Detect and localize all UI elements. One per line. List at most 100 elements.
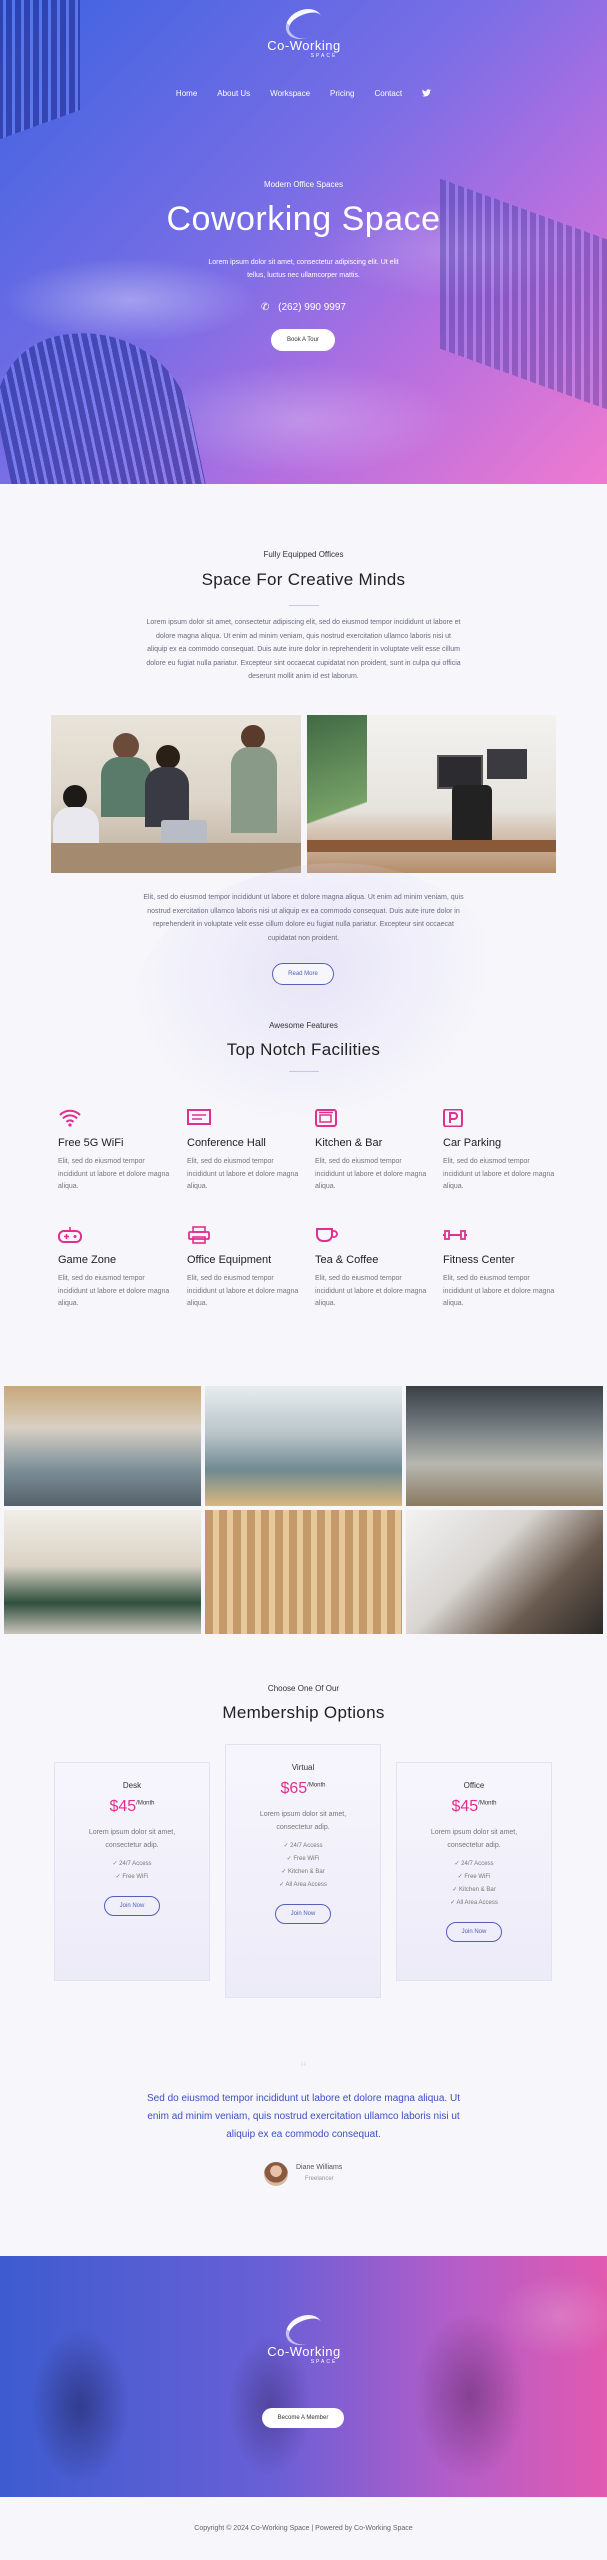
facility-fitness: Fitness Center Elit, sed do eiusmod temp… (443, 1226, 563, 1311)
facility-coffee: Tea & Coffee Elit, sed do eiusmod tempor… (315, 1226, 435, 1311)
parking-icon (443, 1108, 563, 1128)
pricing-title: Membership Options (222, 1703, 385, 1722)
gallery-photo-desks[interactable] (406, 1386, 603, 1506)
cta-logo[interactable]: Co-Working SPACE (258, 2309, 350, 2365)
about-text-2: Elit, sed do eiusmod tempor incididunt u… (143, 894, 464, 942)
plan-price: $45/Month (451, 1798, 497, 1815)
wifi-icon (58, 1109, 178, 1127)
plan-name: Virtual (291, 1763, 315, 1772)
office-desk-photo (307, 715, 556, 873)
site-logo[interactable]: Co-Working SPACE (258, 3, 350, 59)
copyright-text: Copyright © 2024 Co-Working Space | Powe… (194, 2525, 413, 2532)
facility-kitchen: Kitchen & Bar Elit, sed do eiusmod tempo… (315, 1109, 435, 1194)
facility-title: Kitchen & Bar (315, 1137, 383, 1149)
gallery-photo-open-office[interactable] (4, 1386, 201, 1506)
facility-text: Elit, sed do eiusmod tempor incididunt u… (58, 1158, 170, 1190)
facility-equipment: Office Equipment Elit, sed do eiusmod te… (187, 1226, 307, 1311)
gamepad-icon (58, 1226, 178, 1244)
team-meeting-photo (51, 715, 301, 873)
cta-banner: Co-Working SPACE Become A Member (0, 2256, 607, 2497)
hero-text: Lorem ipsum dolor sit amet, consectetur … (208, 259, 399, 279)
printer-icon (187, 1226, 307, 1244)
main-nav: Home About Us Workspace Pricing Contact (0, 89, 607, 99)
testimonial-role: Freelancer (305, 2176, 334, 2182)
facility-text: Elit, sed do eiusmod tempor incididunt u… (187, 1158, 299, 1190)
facility-parking: Car Parking Elit, sed do eiusmod tempor … (443, 1108, 563, 1194)
gallery-photo-cafe[interactable] (406, 1510, 603, 1634)
quote-icon: “ (300, 2060, 307, 2077)
microwave-icon (315, 1109, 435, 1127)
about-title: Space For Creative Minds (201, 570, 406, 589)
plan-card-desk: Desk $45/Month Lorem ipsum dolor sit ame… (54, 1762, 210, 1981)
plan-price: $45/Month (109, 1798, 155, 1815)
facilities-eyebrow: Awesome Features (269, 1021, 338, 1030)
join-now-button[interactable]: Join Now (104, 1896, 160, 1916)
hero-eyebrow: Modern Office Spaces (263, 180, 343, 189)
about-eyebrow: Fully Equipped Offices (263, 550, 344, 559)
hero-title: Coworking Space (166, 200, 441, 238)
decorative-swoosh (110, 834, 520, 1156)
plan-card-office: Office $45/Month Lorem ipsum dolor sit a… (396, 1762, 552, 1981)
gallery-photo-break-area[interactable] (4, 1510, 201, 1634)
testimonial-name: Diane Williams (296, 2164, 343, 2171)
hero-section: Co-Working SPACE Home About Us Workspace… (0, 0, 607, 484)
join-now-button[interactable]: Join Now (446, 1922, 502, 1942)
become-member-button[interactable]: Become A Member (262, 2408, 344, 2428)
facility-title: Game Zone (58, 1254, 117, 1266)
facility-title: Car Parking (443, 1137, 502, 1149)
hero-phone-number: (262) 990 9997 (278, 302, 346, 313)
footer: Copyright © 2024 Co-Working Space | Powe… (0, 2497, 607, 2560)
plan-text: Lorem ipsum dolor sit amet, consectetur … (88, 1829, 176, 1849)
logo-name: Co-Working (267, 38, 341, 53)
logo-name: Co-Working (267, 2344, 341, 2359)
facility-text: Elit, sed do eiusmod tempor incididunt u… (443, 1158, 555, 1190)
facility-text: Elit, sed do eiusmod tempor incididunt u… (315, 1275, 427, 1307)
plan-card-virtual: Virtual $65/Month Lorem ipsum dolor sit … (225, 1744, 381, 1998)
about-divider (289, 605, 319, 606)
testimonial-quote: Sed do eiusmod tempor incididunt ut labo… (147, 2093, 460, 2140)
nav-item-home[interactable]: Home (176, 89, 197, 99)
plan-name: Office (463, 1781, 485, 1790)
read-more-button[interactable]: Read More (272, 963, 334, 985)
nav-item-contact[interactable]: Contact (375, 89, 403, 99)
phone-icon: ✆ (260, 302, 270, 313)
plan-text: Lorem ipsum dolor sit amet, consectetur … (259, 1811, 347, 1831)
facilities-divider (289, 1071, 319, 1072)
facility-wifi: Free 5G WiFi Elit, sed do eiusmod tempor… (58, 1109, 178, 1194)
twitter-icon[interactable] (422, 89, 432, 99)
book-tour-button[interactable]: Book A Tour (271, 329, 335, 351)
facility-title: Fitness Center (443, 1254, 515, 1266)
avatar (264, 2162, 288, 2186)
plan-name: Desk (122, 1781, 142, 1790)
facility-title: Tea & Coffee (315, 1254, 379, 1266)
about-text: Lorem ipsum dolor sit amet, consectetur … (146, 619, 461, 680)
hero-phone[interactable]: ✆ (262) 990 9997 (0, 302, 607, 313)
facility-title: Conference Hall (187, 1137, 266, 1149)
logo-sub: SPACE (310, 2359, 338, 2365)
dumbbell-icon (443, 1226, 563, 1244)
plan-features: ✓ 24/7 Access ✓ Free WiFi ✓ Kitchen & Ba… (279, 1843, 327, 1888)
plan-price: $65/Month (280, 1780, 326, 1797)
facility-text: Elit, sed do eiusmod tempor incididunt u… (187, 1275, 299, 1307)
nav-item-workspace[interactable]: Workspace (270, 89, 310, 99)
logo-sub: SPACE (310, 53, 338, 59)
facility-conference: Conference Hall Elit, sed do eiusmod tem… (187, 1109, 307, 1194)
facilities-title: Top Notch Facilities (226, 1040, 381, 1059)
facility-text: Elit, sed do eiusmod tempor incididunt u… (315, 1158, 427, 1190)
join-now-button[interactable]: Join Now (275, 1904, 331, 1924)
plan-features: ✓ 24/7 Access ✓ Free WiFi (112, 1861, 152, 1880)
plan-text: Lorem ipsum dolor sit amet, consectetur … (430, 1829, 518, 1849)
cta-people-photo (0, 2256, 607, 2497)
gallery-photo-workroom[interactable] (205, 1510, 402, 1634)
facility-title: Office Equipment (187, 1254, 272, 1266)
facility-game: Game Zone Elit, sed do eiusmod tempor in… (58, 1226, 178, 1311)
nav-item-about[interactable]: About Us (217, 89, 250, 99)
facility-text: Elit, sed do eiusmod tempor incididunt u… (443, 1275, 555, 1307)
plan-features: ✓ 24/7 Access ✓ Free WiFi ✓ Kitchen & Ba… (450, 1861, 498, 1906)
facility-title: Free 5G WiFi (58, 1137, 124, 1149)
presentation-icon (187, 1109, 307, 1127)
gallery-photo-lounge[interactable] (205, 1386, 402, 1506)
facility-text: Elit, sed do eiusmod tempor incididunt u… (58, 1275, 170, 1307)
nav-item-pricing[interactable]: Pricing (330, 89, 354, 99)
coffee-icon (315, 1226, 435, 1244)
